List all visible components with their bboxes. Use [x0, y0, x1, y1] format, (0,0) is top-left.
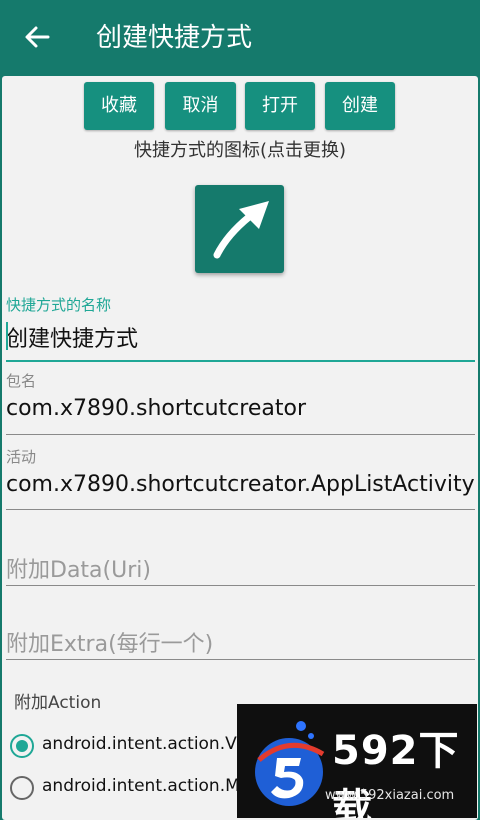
- package-underline: [6, 434, 475, 435]
- extra-input[interactable]: 附加Extra(每行一个): [6, 626, 213, 658]
- shortcut-name-field[interactable]: 快捷方式的名称 创建快捷方式: [2, 292, 478, 364]
- action-option-view[interactable]: android.intent.action.VI: [2, 730, 242, 766]
- shortcut-name-label: 快捷方式的名称: [6, 296, 112, 314]
- radio-unchecked-icon[interactable]: [10, 776, 34, 800]
- cancel-button[interactable]: 取消: [165, 82, 236, 130]
- activity-field[interactable]: 活动 com.x7890.shortcutcreator.AppListActi…: [2, 444, 478, 514]
- watermark-logo-text: 592下载: [332, 728, 460, 818]
- radio-checked-icon[interactable]: [10, 734, 34, 758]
- package-field[interactable]: 包名 com.x7890.shortcutcreator: [2, 368, 478, 438]
- favorite-button[interactable]: 收藏: [84, 82, 154, 130]
- activity-underline: [6, 509, 475, 510]
- data-uri-input[interactable]: 附加Data(Uri): [6, 552, 151, 584]
- data-uri-field[interactable]: 附加Data(Uri): [2, 536, 478, 588]
- page-title: 创建快捷方式: [96, 23, 253, 53]
- extra-underline: [6, 659, 475, 660]
- create-button[interactable]: 创建: [325, 82, 395, 130]
- shortcut-icon-picker[interactable]: [195, 185, 284, 273]
- shortcut-name-input[interactable]: 创建快捷方式: [6, 321, 138, 353]
- open-button[interactable]: 打开: [245, 82, 315, 130]
- activity-label: 活动: [6, 448, 37, 466]
- watermark-overlay: 592下载 www.592xiazai.com: [237, 704, 477, 818]
- data-uri-underline: [6, 585, 475, 586]
- shortcut-arrow-icon: [213, 201, 269, 259]
- action-option-main[interactable]: android.intent.action.MA: [2, 772, 251, 808]
- app-bar: 创建快捷方式: [0, 0, 480, 76]
- watermark-url: www.592xiazai.com: [325, 788, 455, 803]
- text-cursor: [6, 322, 8, 350]
- activity-input[interactable]: com.x7890.shortcutcreator.AppListActivit…: [6, 472, 475, 497]
- shortcut-name-underline: [6, 360, 475, 362]
- site-logo-icon: [255, 721, 325, 806]
- icon-hint: 快捷方式的图标(点击更换): [133, 140, 347, 161]
- arrow-left-icon[interactable]: [22, 22, 52, 52]
- package-input[interactable]: com.x7890.shortcutcreator: [6, 396, 306, 421]
- action-option-label: android.intent.action.MA: [42, 776, 252, 796]
- action-label: 附加Action: [14, 693, 102, 713]
- package-label: 包名: [6, 372, 37, 390]
- action-option-label: android.intent.action.VI: [42, 734, 242, 754]
- extra-field[interactable]: 附加Extra(每行一个): [2, 610, 478, 662]
